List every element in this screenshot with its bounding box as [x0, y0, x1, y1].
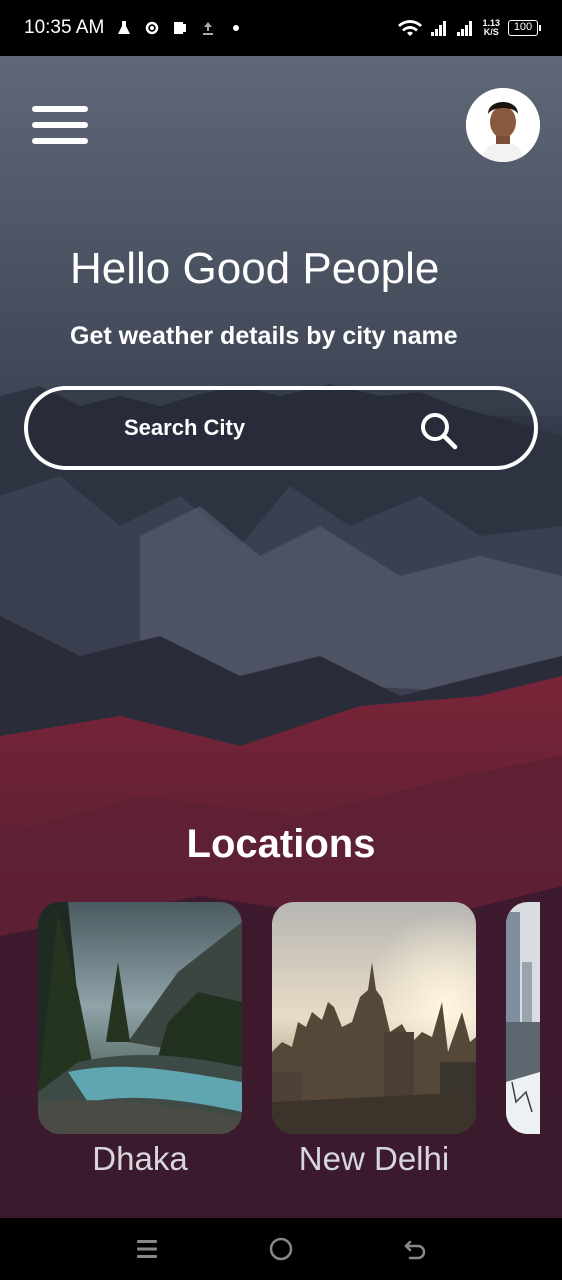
location-image-city-winter	[506, 902, 540, 1134]
location-image-forest-river	[38, 902, 242, 1134]
navigation-bar	[0, 1218, 562, 1280]
battery-indicator: 100	[508, 20, 541, 36]
status-bar: 10:35 AM 1.13 K/S 100	[0, 0, 562, 56]
wifi-icon	[398, 20, 423, 36]
user-profile-photo	[466, 88, 540, 162]
location-card-new-delhi[interactable]: New Delhi	[272, 902, 476, 1178]
page-subtitle: Get weather details by city name	[70, 322, 458, 350]
location-card-dhaka[interactable]: Dhaka	[38, 902, 242, 1178]
recent-apps-icon	[137, 1240, 157, 1258]
locations-heading: Locations	[186, 822, 376, 866]
status-time: 10:35 AM	[24, 17, 105, 38]
location-name: New Delhi	[298, 1140, 450, 1177]
menu-button[interactable]	[32, 104, 88, 146]
home-icon	[269, 1237, 293, 1261]
upload-icon	[203, 22, 214, 35]
greeting-heading: Hello Good People	[70, 244, 440, 293]
search-bar	[24, 386, 538, 470]
location-name: Dhaka	[92, 1140, 188, 1177]
settings-gear-icon	[146, 21, 159, 35]
network-speed: 1.13 K/S	[482, 19, 500, 37]
recent-apps-button[interactable]	[127, 1229, 167, 1269]
hamburger-menu-icon-bar	[32, 122, 88, 128]
dot-icon	[233, 25, 240, 31]
search-icon[interactable]	[418, 410, 458, 450]
back-button[interactable]	[395, 1229, 435, 1269]
location-card-partial[interactable]	[506, 902, 540, 1134]
home-button[interactable]	[261, 1229, 301, 1269]
signal-1-icon	[431, 21, 447, 36]
signal-2-icon	[457, 21, 473, 36]
location-image-city-skyline	[272, 902, 476, 1134]
avatar[interactable]	[466, 88, 540, 162]
hamburger-menu-icon-bar	[32, 106, 88, 112]
search-input[interactable]	[124, 404, 404, 452]
back-icon	[404, 1240, 426, 1260]
app-notification-icon	[174, 22, 187, 34]
hamburger-menu-icon-bar	[32, 138, 88, 144]
main-screen: Hello Good People Get weather details by…	[0, 56, 562, 1218]
network-speed-unit: K/S	[483, 27, 499, 37]
flask-icon	[118, 21, 131, 34]
